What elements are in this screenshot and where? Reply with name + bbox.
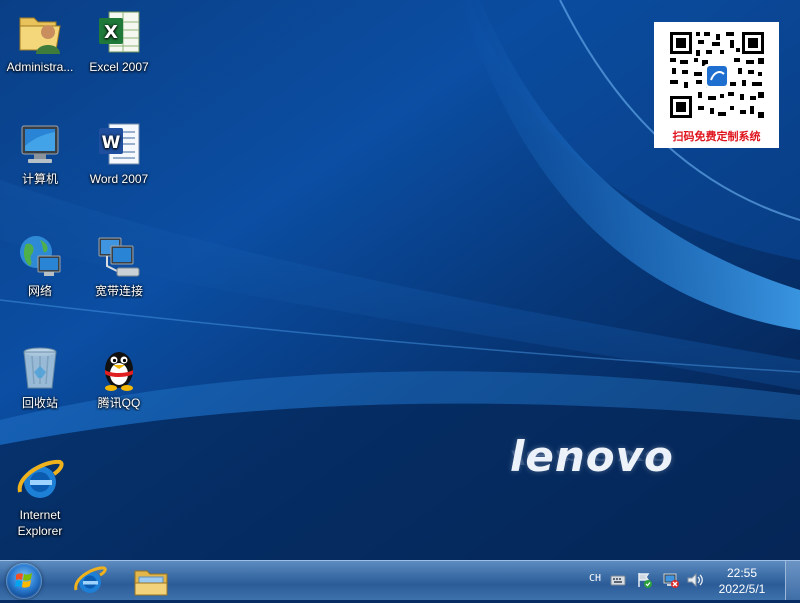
clock-time: 22:55	[726, 566, 758, 580]
excel-icon: X	[95, 8, 143, 56]
network-status-icon[interactable]	[662, 571, 680, 589]
broadband-connection-icon	[95, 232, 143, 280]
computer-icon	[16, 120, 64, 168]
desktop-icon-recycle-bin[interactable]: 回收站	[1, 340, 79, 411]
clock-date: 2022/5/1	[718, 582, 766, 596]
qq-penguin-icon	[95, 344, 143, 392]
start-button[interactable]	[6, 563, 42, 599]
desktop-icon-label: 宽带连接	[94, 284, 143, 298]
show-desktop-button[interactable]	[785, 561, 800, 600]
taskbar-pinned-windows-explorer[interactable]	[125, 563, 177, 599]
action-center-icon[interactable]	[636, 571, 654, 589]
svg-text:X: X	[104, 22, 118, 43]
user-folder-icon	[16, 8, 64, 56]
desktop-icon-label: 回收站	[21, 396, 58, 410]
internet-explorer-icon	[16, 456, 64, 504]
desktop-icon-computer[interactable]: 计算机	[1, 116, 79, 187]
desktop-icon-label: Excel 2007	[89, 60, 149, 74]
network-globe-icon	[16, 232, 64, 280]
desktop-icon-network[interactable]: 网络	[1, 228, 79, 299]
desktop-icon-administrator[interactable]: Administra...	[1, 4, 79, 75]
windows-explorer-icon	[134, 570, 168, 596]
desktop-icon-excel[interactable]: X Excel 2007	[80, 4, 158, 75]
keyboard-icon[interactable]	[610, 573, 626, 587]
desktop-icon-label: 网络	[27, 284, 52, 298]
lenovo-logo-reflection: lenovo	[510, 445, 674, 468]
volume-icon[interactable]	[686, 572, 704, 588]
desktop-icon-word[interactable]: W Word 2007	[80, 116, 158, 187]
desktop-icon-label: 计算机	[21, 172, 58, 186]
qr-caption: 扫码免费定制系统	[672, 130, 761, 143]
desktop-icon-internet-explorer[interactable]: Internet Explorer	[1, 452, 79, 539]
taskbar-pinned-internet-explorer[interactable]	[64, 563, 116, 599]
internet-explorer-icon	[74, 566, 107, 593]
desktop-icon-qq[interactable]: 腾讯QQ	[80, 340, 158, 411]
qr-code-panel: 扫码免费定制系统	[654, 22, 779, 148]
recycle-bin-icon	[16, 344, 64, 392]
windows-logo-icon	[15, 573, 32, 588]
desktop-icon-label: Internet Explorer	[17, 508, 63, 538]
desktop-icon-label: 腾讯QQ	[97, 396, 141, 410]
taskbar-clock[interactable]: 22:55 2022/5/1	[712, 565, 772, 597]
language-indicator[interactable]: CH	[589, 573, 601, 584]
taskbar: CH 22:55 2022/5/1	[0, 560, 800, 600]
word-icon: W	[95, 120, 143, 168]
svg-text:W: W	[102, 133, 121, 153]
desktop-icon-label: Administra...	[6, 60, 74, 74]
desktop-icon-label: Word 2007	[89, 172, 149, 186]
desktop-icon-broadband[interactable]: 宽带连接	[80, 228, 158, 299]
qr-code-image	[668, 30, 764, 120]
